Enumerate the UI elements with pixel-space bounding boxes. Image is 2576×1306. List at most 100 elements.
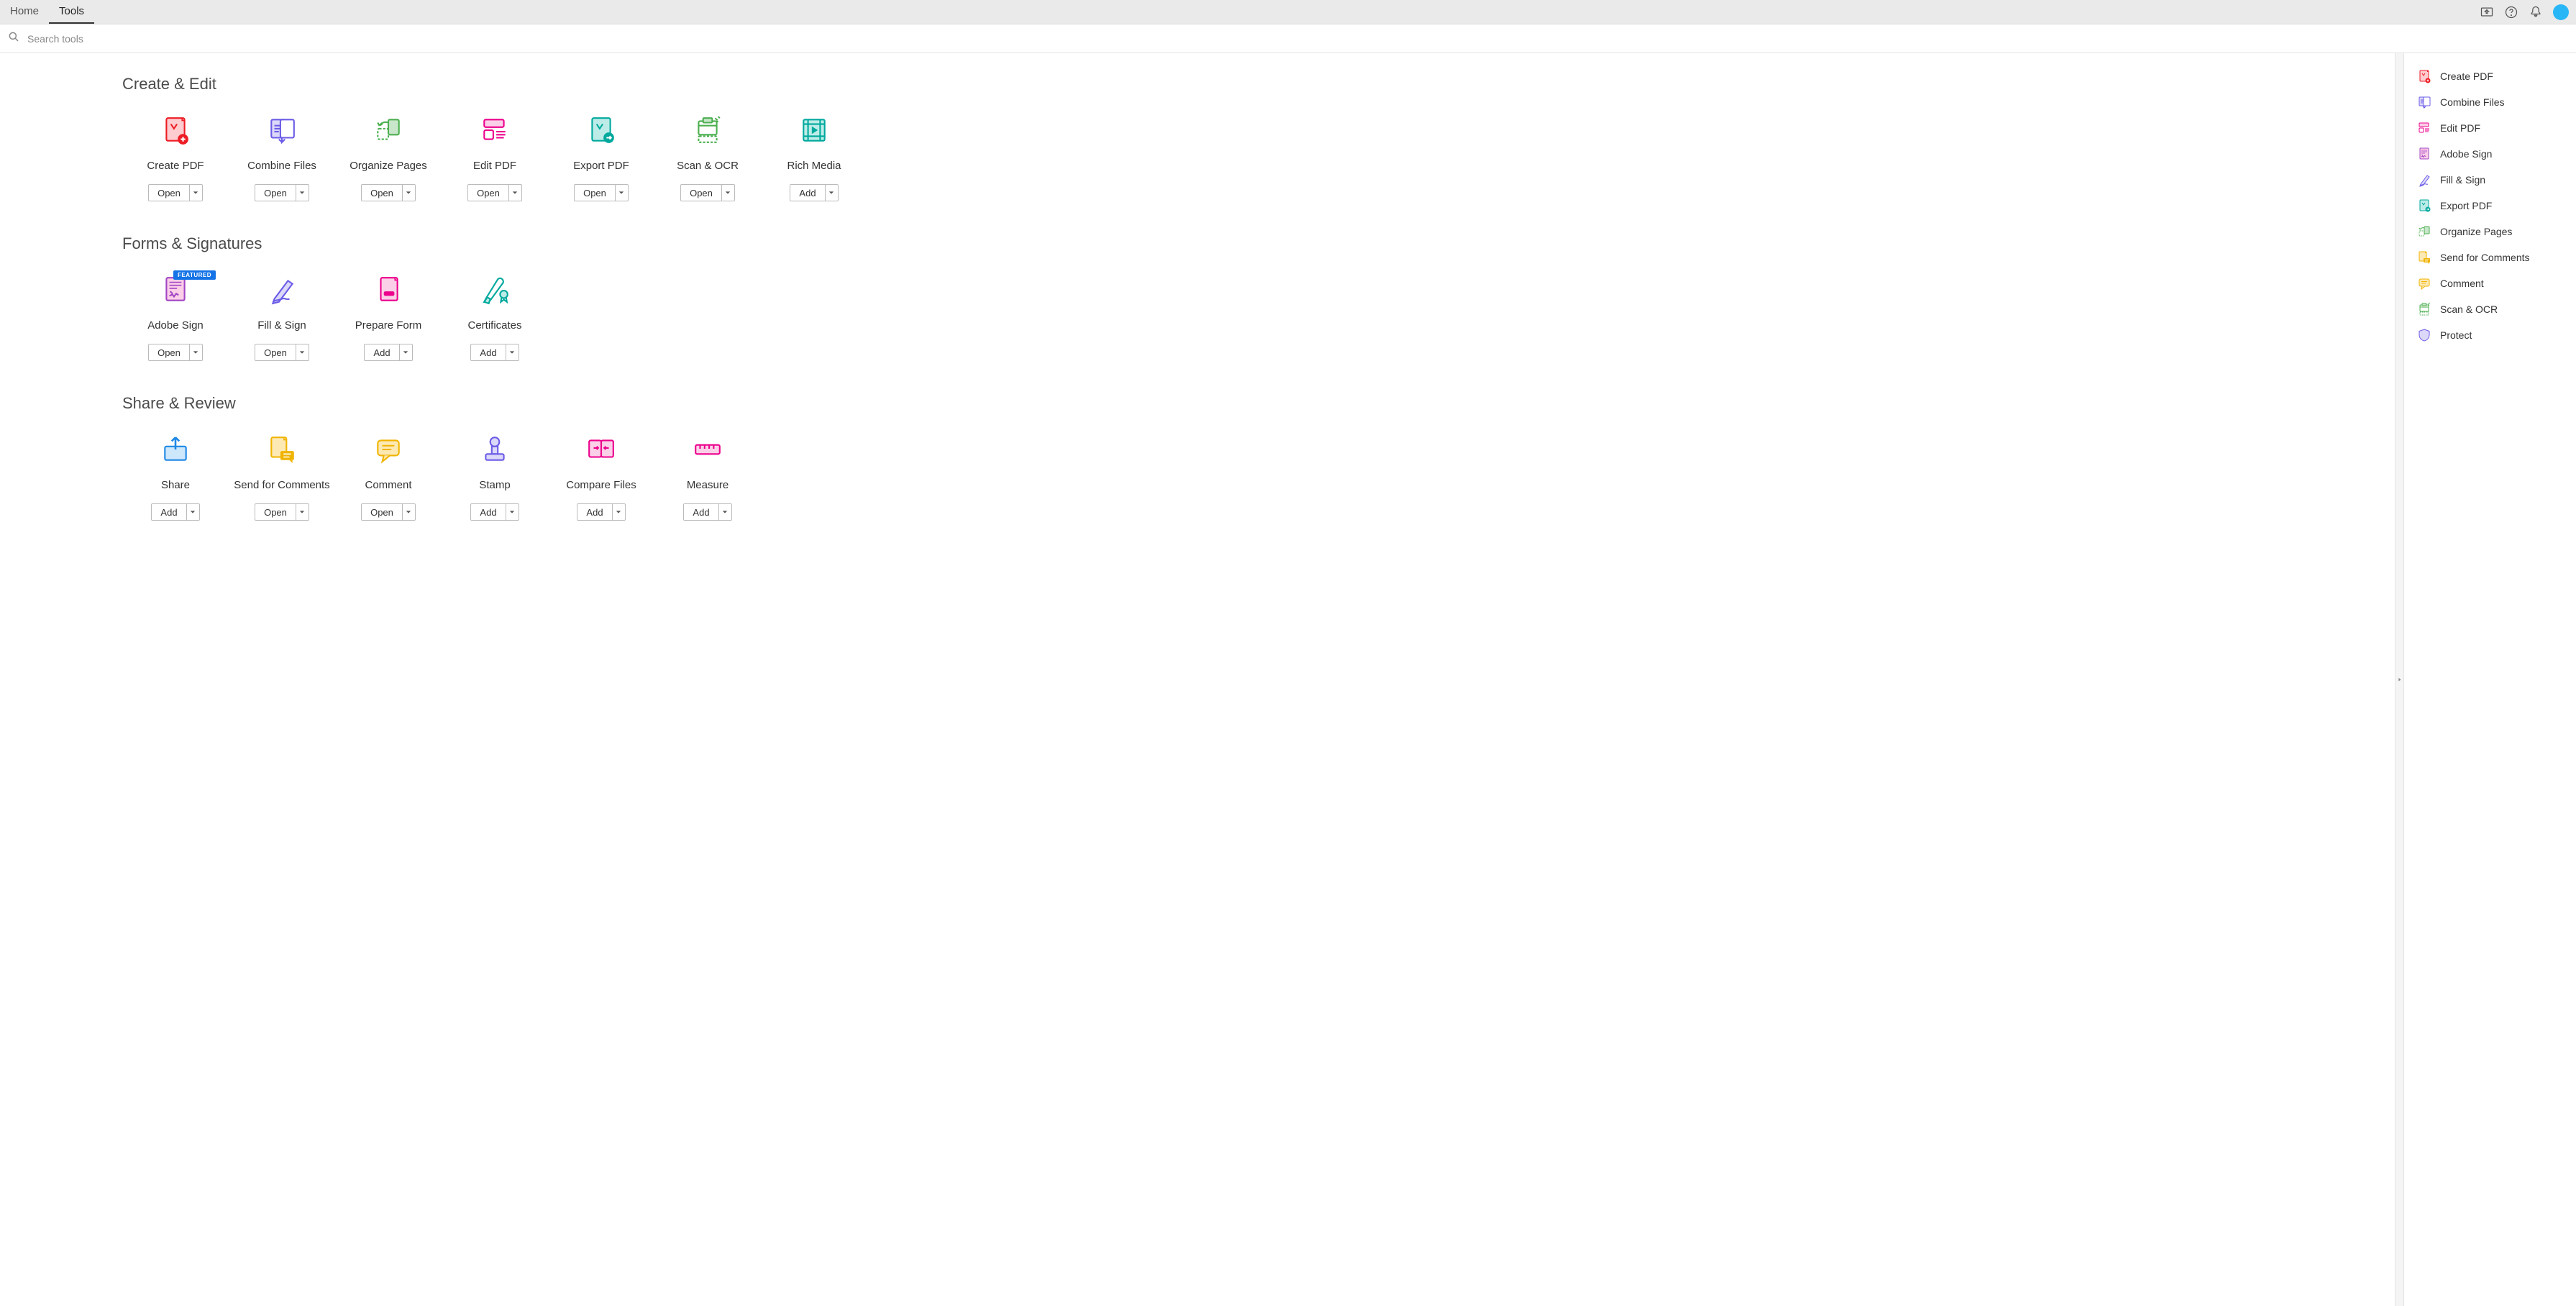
right-panel-item[interactable]: Organize Pages <box>2404 219 2576 245</box>
tool-action-label[interactable]: Open <box>468 185 508 201</box>
tool-action-label[interactable]: Open <box>575 185 615 201</box>
tool-card[interactable]: Fill & Sign Open <box>229 275 335 361</box>
tool-action-button[interactable]: Open <box>255 344 309 361</box>
right-panel: Create PDFCombine Files Edit PDF Adobe Sig… <box>2403 53 2576 1306</box>
chevron-down-icon[interactable] <box>189 344 202 360</box>
chevron-down-icon[interactable] <box>296 504 309 520</box>
section: Share & Review ShareAddSend for CommentsO… <box>122 394 1007 521</box>
chevron-down-icon[interactable] <box>506 504 519 520</box>
chevron-down-icon[interactable] <box>402 185 415 201</box>
help-icon[interactable] <box>2504 5 2518 19</box>
tool-action-button[interactable]: Open <box>255 503 309 521</box>
tool-card[interactable]: Edit PDFOpen <box>442 115 548 201</box>
right-panel-item[interactable]: Export PDF <box>2404 193 2576 219</box>
chevron-down-icon[interactable] <box>825 185 838 201</box>
tool-action-button[interactable]: Add <box>577 503 625 521</box>
tool-card[interactable]: CertificatesAdd <box>442 275 548 361</box>
tool-action-label[interactable]: Add <box>471 344 505 360</box>
tool-action-label[interactable]: Open <box>362 185 402 201</box>
right-panel-item-label: Edit PDF <box>2440 122 2480 134</box>
tool-card[interactable]: Create PDFOpen <box>122 115 229 201</box>
main-scroll[interactable]: Create & EditCreate PDFOpenCombine Files… <box>0 53 2395 1306</box>
tool-card[interactable]: Organize PagesOpen <box>335 115 442 201</box>
tool-action-label[interactable]: Add <box>152 504 186 520</box>
tool-action-label[interactable]: Add <box>471 504 505 520</box>
tool-action-button[interactable]: Open <box>361 503 416 521</box>
tool-action-button[interactable]: Open <box>680 184 735 201</box>
tool-action-button[interactable]: Open <box>467 184 522 201</box>
chevron-down-icon[interactable] <box>615 185 628 201</box>
right-panel-collapse[interactable] <box>2395 53 2403 1306</box>
tab-home[interactable]: Home <box>0 0 49 24</box>
tool-card[interactable]: Export PDF Open <box>548 115 654 201</box>
tool-action-button[interactable]: Open <box>255 184 309 201</box>
chevron-down-icon[interactable] <box>506 344 519 360</box>
screen-share-icon[interactable] <box>2480 5 2494 19</box>
tool-action-label[interactable]: Open <box>255 185 296 201</box>
tool-action-label[interactable]: Open <box>681 185 721 201</box>
tool-card[interactable]: Combine FilesOpen <box>229 115 335 201</box>
right-panel-item-label: Scan & OCR <box>2440 303 2498 315</box>
right-panel-item[interactable]: Protect <box>2404 322 2576 348</box>
tool-action-button[interactable]: Add <box>470 503 519 521</box>
tool-action-button[interactable]: Open <box>148 344 203 361</box>
tool-label: Export PDF <box>573 160 629 173</box>
tool-card[interactable]: MeasureAdd <box>654 434 761 521</box>
chevron-down-icon[interactable] <box>296 344 309 360</box>
tool-action-button[interactable]: Add <box>470 344 519 361</box>
notifications-icon[interactable] <box>2529 5 2543 19</box>
right-panel-item[interactable]: Fill & Sign <box>2404 167 2576 193</box>
chevron-down-icon[interactable] <box>718 504 731 520</box>
scan-ocr-icon <box>693 115 723 145</box>
tool-card[interactable]: FEATUREDAdobe SignOpen <box>122 275 229 361</box>
tool-action-label[interactable]: Open <box>149 344 189 360</box>
tool-action-button[interactable]: Open <box>574 184 629 201</box>
tool-action-label[interactable]: Open <box>362 504 402 520</box>
right-panel-item[interactable]: Send for Comments <box>2404 245 2576 270</box>
tool-action-button[interactable]: Open <box>148 184 203 201</box>
tool-action-label[interactable]: Add <box>577 504 611 520</box>
right-panel-item[interactable]: Adobe Sign <box>2404 141 2576 167</box>
chevron-down-icon[interactable] <box>721 185 734 201</box>
section-title: Share & Review <box>122 394 1007 413</box>
tool-action-button[interactable]: Add <box>151 503 199 521</box>
send-comments-icon <box>267 434 297 465</box>
right-panel-item[interactable]: Create PDF <box>2404 63 2576 89</box>
tool-card[interactable]: Scan & OCROpen <box>654 115 761 201</box>
tool-card[interactable]: StampAdd <box>442 434 548 521</box>
right-panel-item[interactable]: Combine Files <box>2404 89 2576 115</box>
chevron-down-icon[interactable] <box>189 185 202 201</box>
tool-card[interactable]: Prepare FormAdd <box>335 275 442 361</box>
search-input[interactable] <box>27 33 2569 45</box>
tool-card[interactable]: Compare FilesAdd <box>548 434 654 521</box>
tool-card[interactable]: Rich MediaAdd <box>761 115 867 201</box>
chevron-down-icon[interactable] <box>186 504 199 520</box>
create-pdf-icon <box>160 115 191 145</box>
chevron-down-icon[interactable] <box>402 504 415 520</box>
section-title: Forms & Signatures <box>122 234 1007 253</box>
tool-action-button[interactable]: Open <box>361 184 416 201</box>
tool-action-button[interactable]: Add <box>364 344 412 361</box>
tool-action-label[interactable]: Open <box>149 185 189 201</box>
right-panel-item[interactable]: Edit PDF <box>2404 115 2576 141</box>
tool-action-button[interactable]: Add <box>683 503 731 521</box>
tool-action-label[interactable]: Add <box>790 185 824 201</box>
tool-action-label[interactable]: Open <box>255 504 296 520</box>
tool-label: Fill & Sign <box>257 319 306 332</box>
avatar[interactable] <box>2553 4 2569 20</box>
tool-action-label[interactable]: Add <box>684 504 718 520</box>
tab-tools[interactable]: Tools <box>49 0 94 24</box>
right-panel-item[interactable]: Scan & OCR <box>2404 296 2576 322</box>
chevron-down-icon[interactable] <box>612 504 625 520</box>
chevron-down-icon[interactable] <box>296 185 309 201</box>
tool-action-label[interactable]: Open <box>255 344 296 360</box>
chevron-down-icon[interactable] <box>508 185 521 201</box>
tool-card[interactable]: ShareAdd <box>122 434 229 521</box>
tool-card[interactable]: Send for CommentsOpen <box>229 434 335 521</box>
tool-action-label[interactable]: Add <box>365 344 398 360</box>
right-panel-item[interactable]: Comment <box>2404 270 2576 296</box>
chevron-down-icon[interactable] <box>399 344 412 360</box>
tool-action-button[interactable]: Add <box>790 184 838 201</box>
tool-card[interactable]: CommentOpen <box>335 434 442 521</box>
rich-media-icon <box>799 115 829 145</box>
